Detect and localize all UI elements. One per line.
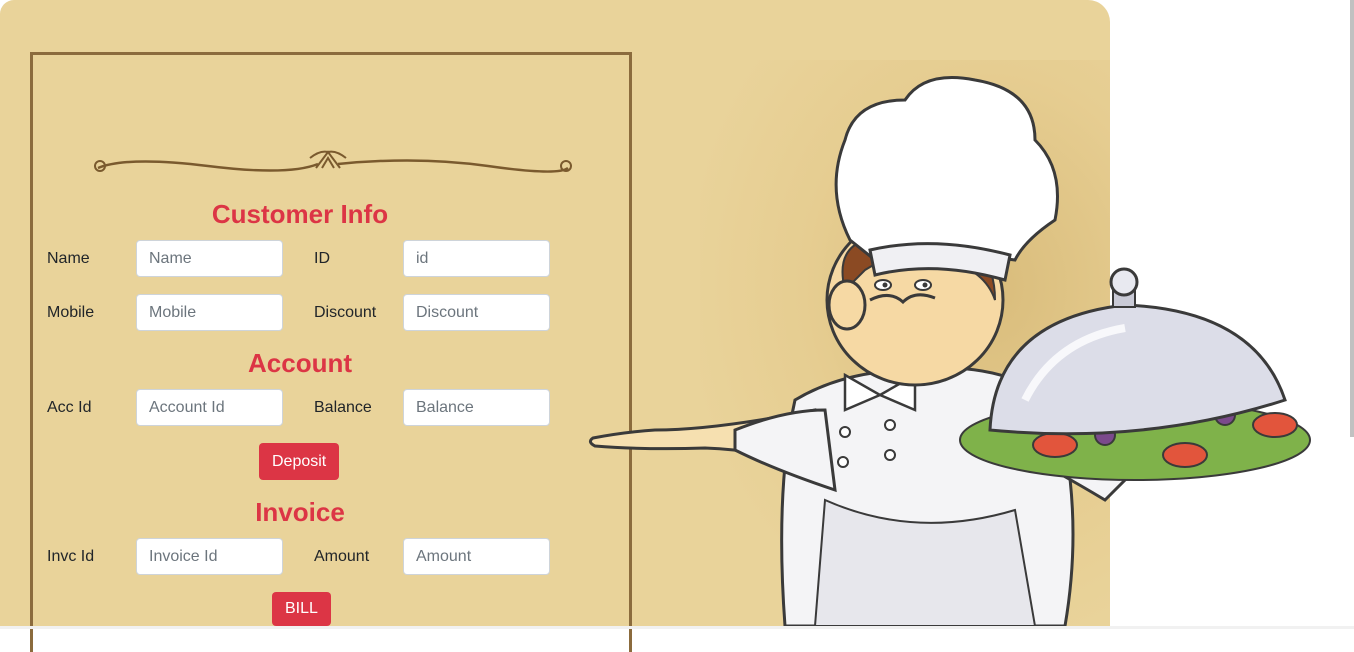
deposit-button[interactable]: Deposit [259, 443, 340, 480]
vertical-scrollbar[interactable] [1350, 0, 1354, 437]
discount-label: Discount [314, 304, 377, 321]
chef-holding-cloche-icon [588, 76, 1311, 626]
mobile-label: Mobile [47, 304, 95, 321]
amount-label: Amount [314, 548, 370, 565]
name-input[interactable] [136, 240, 283, 277]
balance-input[interactable] [403, 389, 550, 426]
invc-id-label: Invc Id [47, 548, 95, 565]
invoice-heading: Invoice [255, 497, 345, 527]
acc-id-label: Acc Id [47, 399, 92, 416]
id-input[interactable] [403, 240, 550, 277]
name-label: Name [47, 250, 90, 267]
mobile-input[interactable] [136, 294, 283, 331]
account-id-input[interactable] [136, 389, 283, 426]
account-heading: Account [248, 348, 352, 378]
ornament-flourish-icon [94, 150, 572, 173]
bill-button[interactable]: BILL [272, 592, 331, 626]
id-label: ID [314, 250, 330, 267]
amount-input[interactable] [403, 538, 550, 575]
customer-info-heading: Customer Info [211, 199, 389, 229]
balance-label: Balance [314, 399, 372, 416]
invoice-id-input[interactable] [136, 538, 283, 575]
discount-input[interactable] [403, 294, 550, 331]
